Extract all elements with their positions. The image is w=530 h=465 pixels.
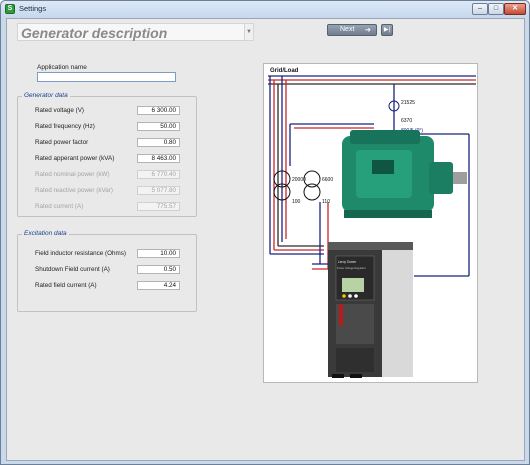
transformer-1-secondary-label: 100 bbox=[292, 199, 301, 205]
rated-power-factor-label: Rated power factor bbox=[35, 139, 89, 146]
ct-top-label: 21525 bbox=[401, 100, 415, 106]
drive-brand-label: Leroy Somer bbox=[338, 260, 357, 264]
field-inductor-resistance-label: Field inductor resistance (Ohms) bbox=[35, 250, 126, 257]
rated-power-factor-input[interactable]: 0.80 bbox=[137, 138, 180, 147]
shutdown-field-current-label: Shutdown Field current (A) bbox=[35, 266, 110, 273]
skip-to-end-icon: ▶| bbox=[383, 27, 391, 33]
transformer-2-secondary-label: 110 bbox=[322, 199, 330, 205]
application-name-input[interactable] bbox=[37, 72, 176, 82]
excitation-data-group: Excitation data Field inductor resistanc… bbox=[17, 230, 197, 312]
transformer-2-primary-label: 6600 bbox=[322, 177, 333, 183]
rated-apparent-power-label: Rated apperant power (kVA) bbox=[35, 155, 115, 162]
generator-data-group: Generator data Rated voltage (V) 6 300.0… bbox=[17, 92, 197, 217]
title-bar[interactable]: S Settings – □ ✕ bbox=[1, 1, 529, 18]
minimize-button[interactable]: – bbox=[472, 3, 488, 15]
chevron-down-icon: ▼ bbox=[246, 29, 252, 35]
generator-data-title: Generator data bbox=[22, 92, 70, 99]
rated-reactive-power-value: 5 077.80 bbox=[137, 186, 180, 195]
skip-to-end-button[interactable]: ▶| bbox=[381, 24, 393, 36]
page-title-combo[interactable]: Generator description bbox=[17, 23, 254, 41]
shutdown-field-current-input[interactable]: 0.50 bbox=[137, 265, 180, 274]
rated-frequency-input[interactable]: 50.00 bbox=[137, 122, 180, 131]
rated-voltage-input[interactable]: 6 300.00 bbox=[137, 106, 180, 115]
maximize-button[interactable]: □ bbox=[488, 3, 504, 15]
settings-window: S Settings – □ ✕ Generator description ▼… bbox=[0, 0, 530, 465]
rated-reactive-power-label: Rated reactive power (kVar) bbox=[35, 187, 113, 194]
excitation-data-title: Excitation data bbox=[22, 230, 69, 237]
minimize-icon: – bbox=[478, 5, 482, 12]
close-icon: ✕ bbox=[512, 5, 518, 12]
rated-field-current-label: Rated field current (A) bbox=[35, 282, 97, 289]
page-dropdown-button[interactable]: ▼ bbox=[244, 23, 254, 41]
grid-load-label: Grid/Load bbox=[270, 68, 299, 74]
arrow-right-icon: ➔ bbox=[365, 27, 371, 34]
rated-field-current-input[interactable]: 4.24 bbox=[137, 281, 180, 290]
ct-mid-label: 6370 bbox=[401, 118, 412, 124]
client-area: Generator description ▼ Next ➔ ▶| Applic… bbox=[6, 18, 525, 461]
next-button-label: Next bbox=[340, 26, 355, 33]
generator-icon bbox=[342, 130, 467, 218]
rated-nominal-power-label: Rated nominal power (kW) bbox=[35, 171, 110, 178]
drive-model-label: Power Voltage Regulator bbox=[337, 266, 366, 270]
app-icon: S bbox=[5, 4, 15, 14]
wiring-diagram-svg: Grid/Load 21525 6370 20000 100 6600 110 … bbox=[268, 68, 476, 378]
rated-voltage-label: Rated voltage (V) bbox=[35, 107, 85, 114]
voltage-transformer-2-icon bbox=[303, 170, 321, 201]
application-name-label: Application name bbox=[37, 64, 87, 71]
rated-apparent-power-input[interactable]: 8 463.00 bbox=[137, 154, 180, 163]
window-title: Settings bbox=[19, 4, 47, 13]
close-button[interactable]: ✕ bbox=[504, 3, 526, 15]
next-button[interactable]: Next ➔ bbox=[327, 24, 377, 36]
field-inductor-resistance-input[interactable]: 10.00 bbox=[137, 249, 180, 258]
maximize-icon: □ bbox=[493, 5, 499, 12]
rated-current-value: 775.57 bbox=[137, 202, 180, 211]
page-title: Generator description bbox=[21, 25, 168, 41]
rated-frequency-label: Rated frequency (Hz) bbox=[35, 123, 95, 130]
generator-wiring-diagram: Grid/Load 21525 6370 20000 100 6600 110 … bbox=[263, 63, 478, 383]
rated-nominal-power-value: 6 770.40 bbox=[137, 170, 180, 179]
rated-current-label: Rated current (A) bbox=[35, 203, 84, 210]
